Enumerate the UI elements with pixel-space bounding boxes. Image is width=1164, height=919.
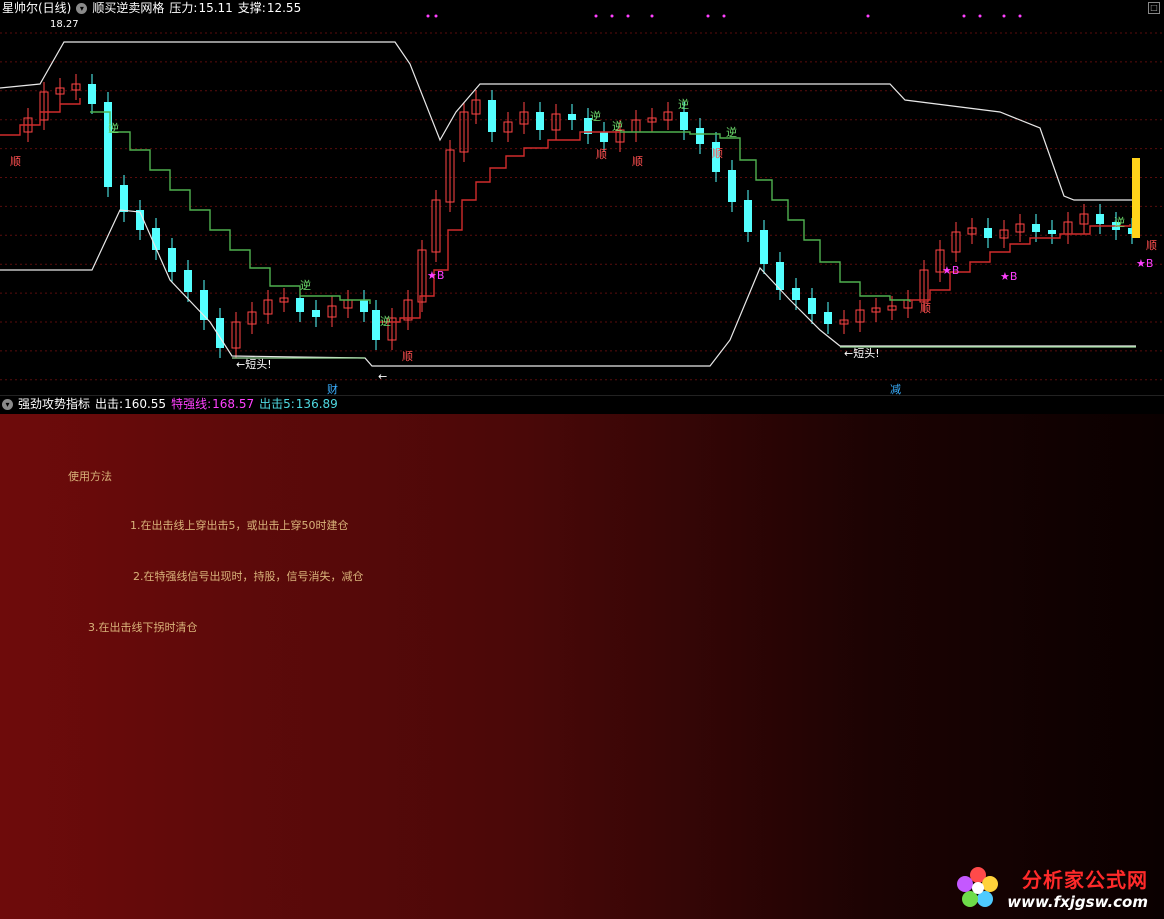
signal-dot — [722, 14, 726, 18]
strong-label: 特强线: — [171, 397, 212, 411]
indicator-panel: 使用方法 1.在出击线上穿出击5，或出击上穿50时建仓 2.在特强线信号出现时，… — [0, 414, 1164, 919]
reduce-marker: 减 — [890, 383, 901, 396]
signal-dot — [1018, 14, 1022, 18]
usage-line-2: 2.在特强线信号出现时，持股，信号消失，减仓 — [133, 570, 364, 583]
star-b-label: ★B — [1136, 257, 1153, 270]
candle-body-down — [792, 288, 800, 300]
candle-body-down — [120, 185, 128, 212]
candle-body-down — [568, 114, 576, 120]
candle-body-down — [536, 112, 544, 130]
price-high-label: 18.27 — [50, 19, 79, 30]
candle-body-down — [184, 270, 192, 292]
signal-dot — [978, 14, 982, 18]
candle-body-down — [1048, 230, 1056, 234]
stock-name[interactable]: 星帅尔(日线) — [2, 0, 71, 17]
short-top-label-2: ←短头! — [844, 346, 880, 360]
signal-dot — [962, 14, 966, 18]
attack-value: 160.55 — [124, 397, 167, 411]
ni-label: 逆 — [678, 97, 689, 111]
ni-label: 逆 — [612, 119, 623, 133]
ni-label: 逆 — [726, 125, 737, 139]
lower-channel-line — [0, 209, 1136, 367]
resistance-value: 15.11 — [198, 1, 233, 15]
usage-title: 使用方法 — [68, 470, 112, 483]
shun-label: 顺 — [1146, 239, 1157, 252]
indicator-name[interactable]: 强劲攻势指标 — [18, 396, 90, 413]
support-label: 支撑: — [237, 1, 266, 15]
candle-body-down — [312, 310, 320, 317]
usage-line-3: 3.在出击线下拐时清仓 — [88, 621, 198, 634]
price-annotations: 顺顺顺顺顺顺顺逆逆逆逆逆逆逆逆★B ★B ★B★B←短头!←短头!← — [10, 97, 1157, 383]
candle-body-down — [808, 298, 816, 314]
candle-body-down — [760, 230, 768, 264]
candle-body-down — [1032, 224, 1040, 232]
price-grid — [0, 14, 1164, 397]
candle-body-down — [372, 310, 380, 340]
dropdown-icon[interactable]: ▾ — [76, 3, 88, 14]
candle-body-down — [696, 128, 704, 144]
candle-body-down — [360, 300, 368, 312]
ni-label: 逆 — [1114, 215, 1125, 229]
candlestick-series — [23, 74, 1136, 358]
candle-body-down — [104, 102, 112, 187]
signal-dot — [610, 14, 614, 18]
current-bar — [1132, 158, 1140, 238]
candle-body-down — [488, 100, 496, 132]
ni-label: 逆 — [300, 278, 311, 292]
arrow-label: ← — [378, 370, 387, 383]
signal-dot — [626, 14, 630, 18]
ni-label: 逆 — [108, 121, 119, 135]
candle-body-down — [728, 170, 736, 202]
candle-body-down — [824, 312, 832, 324]
finance-marker: 财 — [327, 383, 338, 396]
candle-body-down — [152, 228, 160, 250]
usage-line-1: 1.在出击线上穿出击5，或出击上穿50时建仓 — [130, 519, 349, 532]
candle-body-down — [744, 200, 752, 232]
ni-label: 逆 — [380, 314, 391, 328]
panel-settings-icon[interactable]: □ — [1148, 2, 1160, 14]
star-b-label: ★B — [942, 264, 959, 277]
signal-dot — [1002, 14, 1006, 18]
signal-dot — [594, 14, 598, 18]
star-b-label: ★B — [427, 269, 444, 282]
watermark-name: 分析家公式网 — [1022, 868, 1148, 892]
shun-label: 顺 — [920, 302, 931, 315]
shun-label: 顺 — [712, 147, 723, 160]
signal-dot — [866, 14, 870, 18]
star-b-label: ★B — [1000, 270, 1017, 283]
attack5-label: 出击5: — [259, 397, 295, 411]
shun-label: 顺 — [10, 155, 21, 168]
candle-body-down — [680, 112, 688, 130]
flower-logo-icon — [957, 866, 999, 907]
dropdown-icon[interactable]: ▾ — [2, 399, 13, 410]
candle-body-down — [168, 248, 176, 272]
signal-dot — [650, 14, 654, 18]
shun-label: 顺 — [402, 350, 413, 363]
signal-dot — [434, 14, 438, 18]
green-ladder-1 — [90, 111, 371, 304]
attack-label: 出击: — [95, 397, 124, 411]
strong-value: 168.57 — [212, 397, 255, 411]
candle-body-down — [600, 132, 608, 142]
short-top-label: ←短头! — [236, 357, 272, 371]
indicator-panel-header: ▾ 强劲攻势指标 出击: 160.55 特强线: 168.57 出击5: 136… — [0, 396, 1164, 413]
price-panel-header: 星帅尔(日线) ▾ 顺买逆卖网格 压力: 15.11 支撑: 12.55 — [0, 0, 301, 17]
green-ladder-2 — [620, 131, 911, 302]
candle-body-down — [296, 298, 304, 312]
shun-label: 顺 — [596, 148, 607, 161]
attack5-value: 136.89 — [295, 397, 338, 411]
candle-body-down — [984, 228, 992, 238]
signal-dot — [706, 14, 710, 18]
candle-body-down — [1096, 214, 1104, 224]
indicator-name[interactable]: 顺买逆卖网格 — [92, 0, 164, 17]
shun-label: 顺 — [632, 155, 643, 168]
watermark: 分析家公式网 www.fxjgsw.com — [955, 864, 1148, 911]
support-value: 12.55 — [266, 1, 302, 15]
signal-dot — [426, 14, 430, 18]
watermark-url: www.fxjgsw.com — [1007, 893, 1148, 911]
ni-label: 逆 — [590, 109, 601, 123]
resistance-label: 压力: — [169, 1, 198, 15]
candle-body-down — [88, 84, 96, 104]
